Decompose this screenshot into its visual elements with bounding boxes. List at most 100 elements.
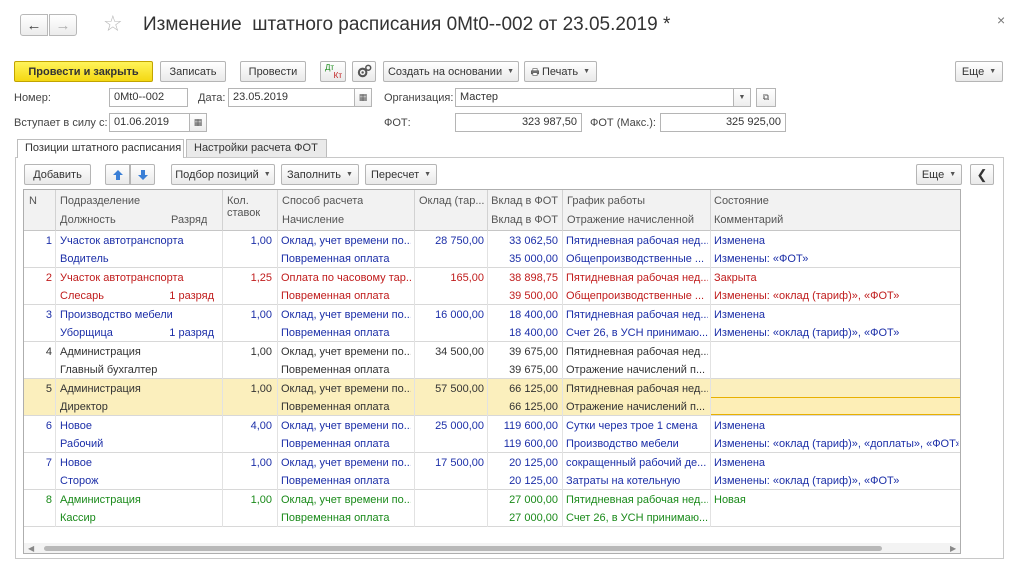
fot-share-2-cell[interactable]: 66 125,00 [487, 399, 558, 416]
col-position[interactable]: Должность [60, 214, 116, 226]
accounting-cell[interactable]: Общепроизводственные ... [566, 251, 708, 268]
col-n[interactable]: N [29, 195, 37, 207]
tab-fot-settings[interactable]: Настройки расчета ФОТ [186, 139, 327, 157]
organization-open-button[interactable]: ⧉ [756, 88, 776, 107]
accrual-cell[interactable]: Повременная оплата [281, 510, 411, 527]
accounting-cell[interactable]: Производство мебели [566, 436, 708, 453]
scroll-right-icon[interactable]: ▶ [950, 543, 956, 553]
col-fot-share[interactable]: Вклад в ФОТ [487, 195, 558, 207]
accounting-cell[interactable]: Счет 26, в УСН принимаю... [566, 325, 708, 342]
create-based-on-button[interactable]: Создать на основании ▼ [383, 61, 519, 82]
horizontal-scrollbar[interactable]: ◀ ▶ [24, 543, 960, 553]
calc-method-cell[interactable]: Оклад, учет времени по... [281, 307, 411, 324]
col-calc-method[interactable]: Способ расчета [282, 195, 363, 207]
salary-cell[interactable]: 28 750,00 [414, 233, 484, 250]
collapse-panel-button[interactable]: ❮ [970, 164, 994, 185]
calc-method-cell[interactable]: Оклад, учет времени по... [281, 344, 411, 361]
rates-cell[interactable]: 1,25 [222, 270, 272, 287]
position-cell[interactable]: Рабочий [60, 436, 168, 453]
department-cell[interactable]: Участок автотранспорта [60, 270, 220, 287]
back-button[interactable]: ← [20, 14, 48, 36]
grade-cell[interactable]: 1 разряд [154, 325, 214, 342]
select-positions-button[interactable]: Подбор позиций ▼ [171, 164, 275, 185]
state-cell[interactable]: Изменена [714, 418, 954, 435]
schedule-cell[interactable]: Сутки через трое 1 смена [566, 418, 708, 435]
forward-button[interactable]: → [49, 14, 77, 36]
effective-date-calendar-button[interactable]: ▦ [189, 113, 207, 132]
position-cell[interactable]: Сторож [60, 473, 168, 490]
fot-share-2-cell[interactable]: 18 400,00 [487, 325, 558, 342]
more-button[interactable]: Еще ▼ [955, 61, 1003, 82]
recalc-button[interactable]: Пересчет ▼ [365, 164, 437, 185]
dt-kt-button[interactable]: Дт Кт [320, 61, 346, 82]
add-row-button[interactable]: Добавить [24, 164, 91, 185]
comment-cell[interactable] [714, 510, 959, 527]
fot-share-cell[interactable]: 18 400,00 [487, 307, 558, 324]
row-number[interactable]: 3 [24, 307, 52, 324]
comment-cell[interactable] [714, 362, 959, 379]
fot-share-2-cell[interactable]: 20 125,00 [487, 473, 558, 490]
col-rates[interactable]: Кол. [227, 195, 249, 207]
salary-cell[interactable]: 165,00 [414, 270, 484, 287]
schedule-cell[interactable]: Пятидневная рабочая нед... [566, 381, 708, 398]
fot-share-cell[interactable]: 66 125,00 [487, 381, 558, 398]
fot-share-cell[interactable]: 27 000,00 [487, 492, 558, 509]
post-button[interactable]: Провести [240, 61, 306, 82]
department-cell[interactable]: Новое [60, 418, 220, 435]
fot-share-2-cell[interactable]: 27 000,00 [487, 510, 558, 527]
department-cell[interactable]: Администрация [60, 344, 220, 361]
fill-button[interactable]: Заполнить ▼ [281, 164, 359, 185]
schedule-cell[interactable]: Пятидневная рабочая нед... [566, 270, 708, 287]
calc-method-cell[interactable]: Оклад, учет времени по... [281, 492, 411, 509]
move-down-button[interactable] [130, 164, 155, 185]
salary-cell[interactable]: 34 500,00 [414, 344, 484, 361]
calc-method-cell[interactable]: Оклад, учет времени по... [281, 455, 411, 472]
department-cell[interactable]: Участок автотранспорта [60, 233, 220, 250]
row-number[interactable]: 5 [24, 381, 52, 398]
schedule-cell[interactable]: сокращенный рабочий де... [566, 455, 708, 472]
salary-cell[interactable]: 16 000,00 [414, 307, 484, 324]
rates-cell[interactable]: 1,00 [222, 492, 272, 509]
department-cell[interactable]: Новое [60, 455, 220, 472]
post-and-close-button[interactable]: Провести и закрыть [14, 61, 153, 82]
accounting-cell[interactable]: Затраты на котельную [566, 473, 708, 490]
calc-method-cell[interactable]: Оклад, учет времени по... [281, 418, 411, 435]
salary-cell[interactable]: 57 500,00 [414, 381, 484, 398]
position-cell[interactable]: Слесарь [60, 288, 168, 305]
comment-cell[interactable]: Изменены: «оклад (тариф)», «ФОТ» [714, 473, 959, 490]
salary-cell[interactable] [414, 492, 484, 509]
table-row[interactable]: 4 Администрация Главный бухгалтер 1,00 Оклад… [24, 342, 960, 379]
move-up-button[interactable] [105, 164, 130, 185]
state-cell[interactable]: Новая [714, 492, 954, 509]
state-cell[interactable] [714, 381, 954, 398]
fot-share-cell[interactable]: 38 898,75 [487, 270, 558, 287]
organization-field[interactable]: Мастер [455, 88, 734, 107]
grade-cell[interactable] [154, 436, 214, 453]
accrual-cell[interactable]: Повременная оплата [281, 399, 411, 416]
table-row[interactable]: 8 Администрация Кассир 1,00 Оклад, учет врем… [24, 490, 960, 527]
fot-share-2-cell[interactable]: 35 000,00 [487, 251, 558, 268]
department-cell[interactable]: Администрация [60, 492, 220, 509]
schedule-cell[interactable]: Пятидневная рабочая нед... [566, 344, 708, 361]
position-cell[interactable]: Главный бухгалтер [60, 362, 168, 379]
date-calendar-button[interactable]: ▦ [354, 88, 372, 107]
fot-share-cell[interactable]: 20 125,00 [487, 455, 558, 472]
organization-dropdown-button[interactable]: ▼ [733, 88, 751, 107]
salary-cell[interactable]: 25 000,00 [414, 418, 484, 435]
calc-method-cell[interactable]: Оклад, учет времени по... [281, 233, 411, 250]
state-cell[interactable]: Изменена [714, 307, 954, 324]
fot-share-2-cell[interactable]: 39 500,00 [487, 288, 558, 305]
position-cell[interactable]: Кассир [60, 510, 168, 527]
fot-share-2-cell[interactable]: 39 675,00 [487, 362, 558, 379]
rates-cell[interactable]: 1,00 [222, 307, 272, 324]
col-department[interactable]: Подразделение [60, 195, 140, 207]
row-number[interactable]: 4 [24, 344, 52, 361]
close-icon[interactable]: × [997, 12, 1005, 28]
rates-cell[interactable]: 1,00 [222, 233, 272, 250]
favorite-star-icon[interactable]: ☆ [103, 12, 123, 36]
accounting-cell[interactable]: Отражение начислений п... [566, 362, 708, 379]
accrual-cell[interactable]: Повременная оплата [281, 436, 411, 453]
fot-share-cell[interactable]: 119 600,00 [487, 418, 558, 435]
col-state[interactable]: Состояние [714, 195, 769, 207]
comment-cell[interactable]: Изменены: «оклад (тариф)», «ФОТ» [714, 288, 959, 305]
